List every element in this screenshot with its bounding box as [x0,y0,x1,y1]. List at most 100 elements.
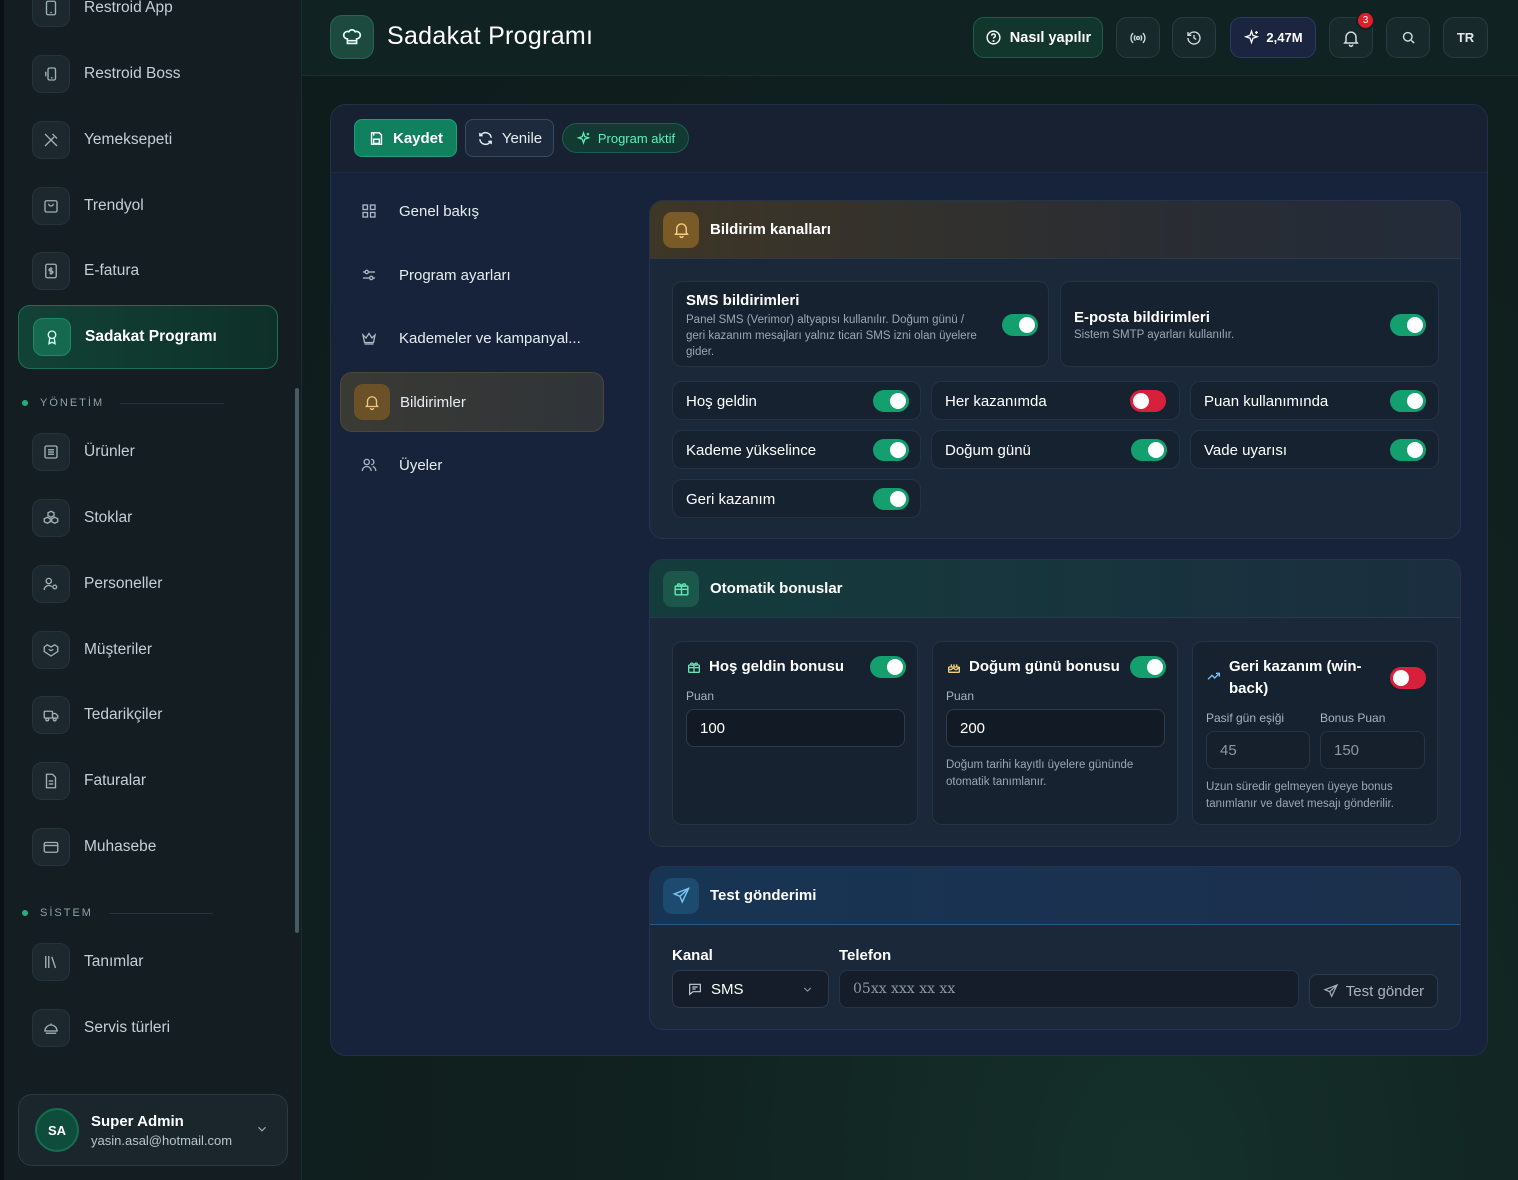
cake-icon [946,659,962,675]
sidebar-item-label: Yemeksepeti [84,131,173,148]
user-email: yasin.asal@hotmail.com [91,1132,233,1148]
sparkles-icon [1244,29,1260,45]
phone-input[interactable]: 05xx xxx xx xx [839,970,1299,1008]
sidebar-item-yemeksepeti[interactable]: Yemeksepeti [18,110,278,170]
topbar: Sadakat Programı Nasıl yapılır 2,47M 3 T… [302,0,1518,76]
toggle-knob [1407,393,1423,409]
users-gear-icon [32,565,70,603]
bell-icon [663,211,699,248]
chevron-down-icon [801,983,814,996]
sidebar-item-e-fatura[interactable]: E-fatura [18,241,278,301]
sidebar-item-label: Faturalar [84,772,147,789]
bell-icon [354,384,390,420]
event-point-usage-toggle[interactable] [1390,390,1426,412]
toggle-knob [890,442,906,458]
sidebar-item-restroid-boss[interactable]: Restroid Boss [18,44,278,104]
event-birthday-toggle[interactable] [1131,439,1167,461]
help-button[interactable]: Nasıl yapılır [973,17,1103,58]
save-button[interactable]: Kaydet [354,119,457,157]
sliders-icon [360,266,382,284]
broadcast-button[interactable] [1116,17,1160,58]
event-label: Puan kullanımında [1204,393,1329,410]
notification-badge: 3 [1356,11,1375,30]
sidebar-item-label: Restroid Boss [84,65,181,82]
history-icon [1187,30,1201,45]
test-send-button[interactable]: Test gönder [1309,974,1438,1008]
sms-channel-text: SMS bildirimleri Panel SMS (Verimor) alt… [686,292,991,360]
channel-select[interactable]: SMS [672,970,829,1008]
tablet-icon [32,0,70,27]
sidebar-item-label: Tanımlar [84,953,144,970]
sidebar-item-musteriler[interactable]: Müşteriler [18,620,278,680]
credits-button[interactable]: 2,47M [1230,17,1316,58]
send-icon [1323,983,1338,998]
search-icon [1402,31,1415,44]
refresh-button[interactable]: Yenile [465,119,554,157]
desc-line: gider. [686,346,715,358]
wallet-icon [32,828,70,866]
sidebar: Restroid App Restroid Boss Yemeksepeti T… [0,0,302,1180]
sidebar-item-restroid-app[interactable]: Restroid App [18,0,278,38]
sidebar-item-stoklar[interactable]: Stoklar [18,488,278,548]
tab-kademeler[interactable]: Kademeler ve kampanyal... [340,309,604,367]
birthday-bonus-label: Doğum günü bonusu [969,658,1120,675]
note-line: Uzun süredir gelmeyen üyeye bonus [1206,781,1393,793]
search-button[interactable] [1386,17,1430,58]
note-line: tanımlanır ve davet mesajı gönderilir. [1206,798,1394,810]
event-welcome: Hoş geldin [672,381,921,420]
welcome-bonus-toggle[interactable] [870,656,906,678]
sidebar-item-sadakat-programi[interactable]: Sadakat Programı [18,305,278,369]
history-button[interactable] [1172,17,1216,58]
document-icon [32,762,70,800]
event-label: Hoş geldin [686,393,757,410]
birthday-bonus-box: Doğum günü bonusu Puan 200 Doğum tarihi … [932,641,1178,825]
trending-up-icon [1206,668,1222,684]
tab-uyeler[interactable]: Üyeler [340,436,604,494]
event-tier-up-toggle[interactable] [873,439,909,461]
event-winback-toggle[interactable] [873,488,909,510]
award-ribbon-icon [33,318,71,356]
chef-hat-icon [330,15,374,59]
birthday-bonus-toggle[interactable] [1130,656,1166,678]
sidebar-item-trendyol[interactable]: Trendyol [18,176,278,236]
list-icon [32,433,70,471]
desc-line: geri kazanım mesajları yalnız ticari SMS… [686,330,977,342]
sidebar-item-tanimlar[interactable]: Tanımlar [18,932,278,992]
tab-label: Genel bakış [399,202,480,220]
sidebar-item-urunler[interactable]: Ürünler [18,422,278,482]
sidebar-item-muhasebe[interactable]: Muhasebe [18,817,278,877]
sidebar-item-tedarikciler[interactable]: Tedarikçiler [18,685,278,745]
language-button[interactable]: TR [1443,17,1488,58]
section-title-management: YÖNETİM [22,393,225,413]
tab-program-ayarlari[interactable]: Program ayarları [340,246,604,304]
sidebar-item-servis-turleri[interactable]: Servis türleri [18,998,278,1058]
welcome-bonus-box: Hoş geldin bonusu Puan 100 [672,641,918,825]
winback-days-input[interactable]: 45 [1206,731,1310,769]
tab-bildirimler[interactable]: Bildirimler [340,372,604,432]
tab-genel-bakis[interactable]: Genel bakış [340,182,604,240]
sidebar-item-label: Sadakat Programı [85,328,217,345]
event-label: Vade uyarısı [1204,442,1288,459]
sidebar-item-personeller[interactable]: Personeller [18,554,278,614]
floppy-icon [370,131,383,145]
note-line: otomatik tanımlanır. [946,776,1047,788]
sms-channel-desc: Panel SMS (Verimor) altyapısı kullanılır… [686,312,991,360]
sms-toggle[interactable] [1002,314,1038,336]
winback-bonus-input[interactable]: 150 [1320,731,1425,769]
event-each-earn-toggle[interactable] [1130,390,1166,412]
winback-bonus-toggle[interactable] [1390,667,1426,689]
event-welcome-toggle[interactable] [873,390,909,412]
tab-label: Kademeler ve kampanyal... [399,329,581,347]
sidebar-item-faturalar[interactable]: Faturalar [18,751,278,811]
event-due-warning-toggle[interactable] [1390,439,1426,461]
event-birthday: Doğum günü [931,430,1180,469]
welcome-points-input[interactable]: 100 [686,709,905,747]
section-dot [22,400,28,406]
sidebar-scrollbar[interactable] [295,388,299,933]
user-menu[interactable]: SA Super Admin yasin.asal@hotmail.com [18,1094,288,1166]
tab-label: Program ayarları [399,266,511,284]
help-button-label: Nasıl yapılır [1009,29,1092,46]
email-toggle[interactable] [1390,314,1426,336]
birthday-points-input[interactable]: 200 [946,709,1165,747]
chevron-down-icon [255,1122,269,1136]
